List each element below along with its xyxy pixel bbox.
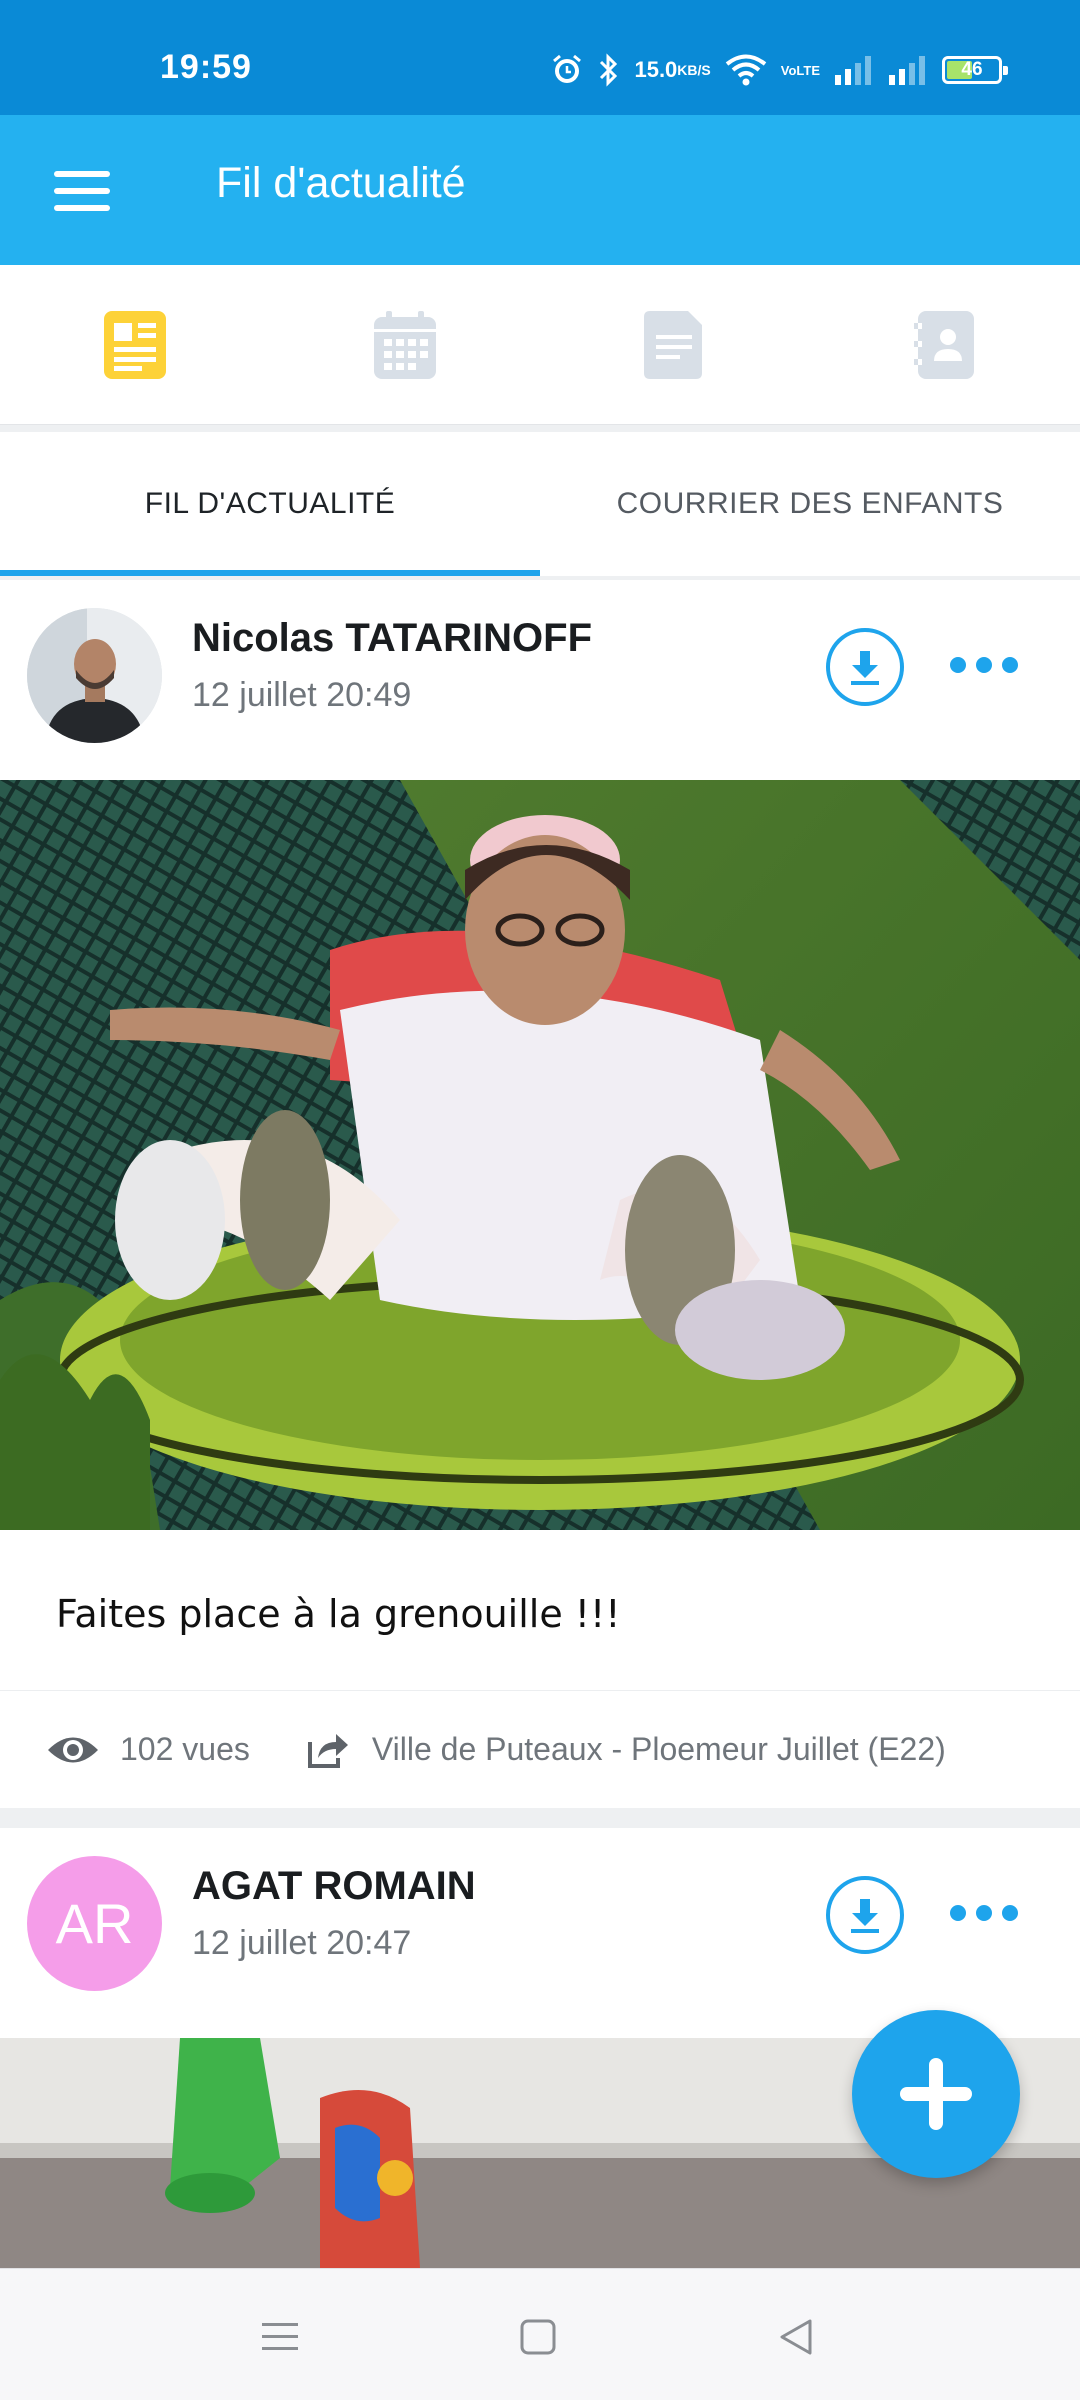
shared-to[interactable]: Ville de Puteaux - Ploemeur Juillet (E22… xyxy=(306,1730,946,1770)
status-bar: 19:59 15.0 KB/S Vo LTE 46 xyxy=(0,0,1080,115)
plus-icon xyxy=(900,2058,972,2130)
signal-icon xyxy=(888,55,928,85)
post-photo[interactable] xyxy=(0,780,1080,1530)
battery-icon: 46 xyxy=(942,56,1008,84)
battery-level: 46 xyxy=(961,59,983,80)
volte-indicator: Vo LTE xyxy=(781,64,820,77)
back-icon[interactable] xyxy=(766,2307,826,2367)
download-button[interactable] xyxy=(826,1876,904,1954)
avatar[interactable] xyxy=(27,608,162,743)
post-header: AR AGAT ROMAIN 12 juillet 20:47 xyxy=(0,1828,1080,2028)
volte-bottom: LTE xyxy=(796,62,820,78)
download-icon xyxy=(851,1899,879,1933)
home-icon[interactable] xyxy=(508,2307,568,2367)
post-author[interactable]: Nicolas TATARINOFF xyxy=(192,616,592,661)
tab-fil-actualite[interactable]: FIL D'ACTUALITÉ xyxy=(0,432,540,576)
status-time: 19:59 xyxy=(160,48,252,86)
volte-top: Vo xyxy=(780,62,797,78)
calendar-icon xyxy=(374,310,436,379)
views-label: 102 vues xyxy=(120,1731,250,1767)
more-options-icon[interactable] xyxy=(950,1898,1018,1928)
post-date: 12 juillet 20:49 xyxy=(192,676,412,714)
eye-icon xyxy=(48,1737,98,1762)
shared-to-label: Ville de Puteaux - Ploemeur Juillet (E22… xyxy=(371,1731,946,1767)
network-speed-unit: KB/S xyxy=(677,62,711,78)
hamburger-menu-icon[interactable] xyxy=(52,163,112,219)
download-icon xyxy=(851,651,879,685)
app-bar: Fil d'actualité xyxy=(0,115,1080,265)
tab-calendar[interactable] xyxy=(270,265,540,424)
views-count: 102 vues xyxy=(46,1731,250,1768)
post-date: 12 juillet 20:47 xyxy=(192,1924,412,1962)
tab-documents[interactable] xyxy=(540,265,810,424)
download-button[interactable] xyxy=(826,628,904,706)
system-nav-bar xyxy=(0,2268,1080,2400)
post-footer: 102 vues Ville de Puteaux - Ploemeur Jui… xyxy=(0,1690,1080,1808)
newspaper-icon xyxy=(104,310,166,379)
avatar[interactable]: AR xyxy=(27,1856,162,1991)
document-icon xyxy=(644,310,702,379)
post-caption: Faites place à la grenouille !!! xyxy=(56,1592,621,1636)
add-post-button[interactable] xyxy=(852,2010,1020,2178)
status-icons: 15.0 KB/S Vo LTE 46 xyxy=(550,50,1008,90)
signal-icon xyxy=(834,55,874,85)
share-icon xyxy=(307,1733,348,1768)
tab-contacts[interactable] xyxy=(810,265,1080,424)
icon-tab-bar xyxy=(0,265,1080,425)
alarm-icon xyxy=(550,53,584,87)
post-author[interactable]: AGAT ROMAIN xyxy=(192,1864,476,1909)
network-speed: 15.0 KB/S xyxy=(634,57,711,82)
tab-news-feed[interactable] xyxy=(0,265,270,424)
bluetooth-icon xyxy=(598,53,620,87)
tab-courrier-enfants[interactable]: COURRIER DES ENFANTS xyxy=(540,432,1080,576)
wifi-icon xyxy=(725,53,767,87)
post-card: Nicolas TATARINOFF 12 juillet 20:49 Fait… xyxy=(0,580,1080,1808)
post-header: Nicolas TATARINOFF 12 juillet 20:49 xyxy=(0,580,1080,780)
page-title: Fil d'actualité xyxy=(216,159,466,207)
network-speed-value: 15.0 xyxy=(634,57,678,82)
more-options-icon[interactable] xyxy=(950,650,1018,680)
recent-apps-icon[interactable] xyxy=(250,2307,310,2367)
contact-book-icon xyxy=(914,310,974,379)
text-tab-bar: FIL D'ACTUALITÉ COURRIER DES ENFANTS xyxy=(0,432,1080,576)
